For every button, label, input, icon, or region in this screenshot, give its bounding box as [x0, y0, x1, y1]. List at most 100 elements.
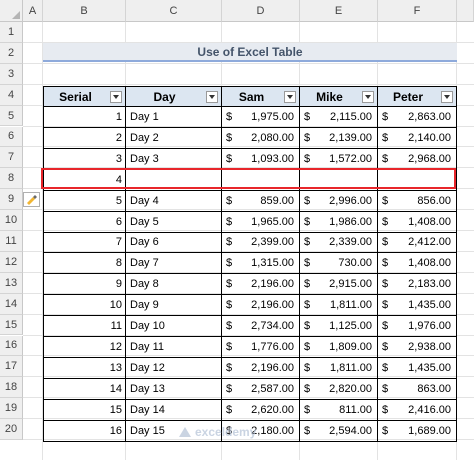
day-cell[interactable]: Day 5 [126, 211, 222, 233]
row-header-1[interactable]: 1 [0, 22, 23, 43]
serial-cell[interactable]: 7 [43, 232, 126, 254]
serial-cell[interactable]: 16 [43, 420, 126, 442]
column-header-e[interactable]: E [300, 0, 378, 22]
sam-cell[interactable]: $1,975.00 [222, 107, 300, 128]
day-cell[interactable]: Day 7 [126, 253, 222, 275]
day-cell[interactable]: Day 12 [126, 357, 222, 379]
sam-cell[interactable]: $1,965.00 [222, 211, 300, 233]
mike-cell[interactable]: $730.00 [300, 253, 378, 275]
row-header-6[interactable]: 6 [0, 126, 23, 148]
column-header-c[interactable]: C [126, 0, 222, 22]
row-header-5[interactable]: 5 [0, 105, 23, 127]
filter-dropdown-button[interactable] [441, 91, 453, 103]
peter-cell[interactable]: $1,408.00 [378, 253, 457, 275]
filter-dropdown-button[interactable] [110, 91, 122, 103]
peter-cell[interactable]: $2,140.00 [378, 127, 457, 149]
mike-cell[interactable]: $1,811.00 [300, 357, 378, 379]
peter-cell[interactable]: $2,938.00 [378, 336, 457, 358]
peter-cell[interactable]: $1,976.00 [378, 316, 457, 337]
serial-cell[interactable]: 2 [43, 127, 126, 149]
row-header-20[interactable]: 20 [0, 419, 23, 440]
mike-cell[interactable]: $2,594.00 [300, 420, 378, 442]
row-header-19[interactable]: 19 [0, 398, 23, 420]
peter-cell[interactable]: $863.00 [378, 378, 457, 400]
peter-cell[interactable]: $856.00 [378, 190, 457, 212]
serial-cell[interactable]: 12 [43, 336, 126, 358]
serial-cell[interactable]: 4 [43, 169, 126, 191]
column-header-a[interactable]: A [23, 0, 43, 22]
row-header-9[interactable]: 9 [0, 189, 23, 211]
mike-cell[interactable]: $1,125.00 [300, 316, 378, 337]
sam-cell[interactable]: $2,734.00 [222, 316, 300, 337]
row-header-3[interactable]: 3 [0, 63, 23, 85]
day-cell[interactable]: Day 8 [126, 274, 222, 296]
row-header-12[interactable]: 12 [0, 251, 23, 273]
peter-cell[interactable] [378, 169, 457, 191]
day-cell[interactable]: Day 4 [126, 190, 222, 212]
row-header-18[interactable]: 18 [0, 377, 23, 399]
day-cell[interactable]: Day 1 [126, 107, 222, 128]
day-cell[interactable] [126, 169, 222, 191]
day-cell[interactable]: Day 10 [126, 316, 222, 337]
column-header-f[interactable]: F [378, 0, 457, 22]
row-header-10[interactable]: 10 [0, 210, 23, 231]
header-cell-day[interactable]: Day [126, 86, 222, 107]
row-header-17[interactable]: 17 [0, 356, 23, 378]
peter-cell[interactable]: $1,435.00 [378, 295, 457, 317]
sam-cell[interactable]: $2,196.00 [222, 295, 300, 317]
row-header-15[interactable]: 15 [0, 314, 23, 336]
serial-cell[interactable]: 1 [43, 107, 126, 128]
row-header-8[interactable]: 8 [0, 168, 23, 190]
day-cell[interactable]: Day 9 [126, 295, 222, 317]
filter-dropdown-button[interactable] [362, 91, 374, 103]
sam-cell[interactable]: $2,399.00 [222, 232, 300, 254]
sam-cell[interactable]: $2,587.00 [222, 378, 300, 400]
serial-cell[interactable]: 11 [43, 316, 126, 337]
day-cell[interactable]: Day 13 [126, 378, 222, 400]
mike-cell[interactable]: $2,139.00 [300, 127, 378, 149]
header-cell-peter[interactable]: Peter [378, 86, 457, 107]
sam-cell[interactable]: $1,315.00 [222, 253, 300, 275]
serial-cell[interactable]: 10 [43, 295, 126, 317]
peter-cell[interactable]: $1,689.00 [378, 420, 457, 442]
row-header-13[interactable]: 13 [0, 272, 23, 294]
insert-options-icon[interactable] [23, 192, 40, 207]
sam-cell[interactable]: $2,080.00 [222, 127, 300, 149]
mike-cell[interactable]: $2,115.00 [300, 107, 378, 128]
peter-cell[interactable]: $1,435.00 [378, 357, 457, 379]
day-cell[interactable]: Day 11 [126, 336, 222, 358]
column-header-d[interactable]: D [222, 0, 300, 22]
mike-cell[interactable]: $2,820.00 [300, 378, 378, 400]
day-cell[interactable]: Day 3 [126, 148, 222, 170]
serial-cell[interactable]: 3 [43, 148, 126, 170]
peter-cell[interactable]: $2,416.00 [378, 399, 457, 421]
peter-cell[interactable]: $2,412.00 [378, 232, 457, 254]
row-header-7[interactable]: 7 [0, 147, 23, 169]
mike-cell[interactable]: $1,809.00 [300, 336, 378, 358]
mike-cell[interactable] [300, 169, 378, 191]
row-header-11[interactable]: 11 [0, 231, 23, 252]
serial-cell[interactable]: 15 [43, 399, 126, 421]
serial-cell[interactable]: 14 [43, 378, 126, 400]
serial-cell[interactable]: 5 [43, 190, 126, 212]
day-cell[interactable]: Day 14 [126, 399, 222, 421]
sam-cell[interactable]: $859.00 [222, 190, 300, 212]
sam-cell[interactable]: $1,093.00 [222, 148, 300, 170]
mike-cell[interactable]: $2,339.00 [300, 232, 378, 254]
sam-cell[interactable] [222, 169, 300, 191]
header-cell-serial[interactable]: Serial [43, 86, 126, 107]
day-cell[interactable]: Day 6 [126, 232, 222, 254]
peter-cell[interactable]: $2,968.00 [378, 148, 457, 170]
peter-cell[interactable]: $1,408.00 [378, 211, 457, 233]
peter-cell[interactable]: $2,183.00 [378, 274, 457, 296]
mike-cell[interactable]: $2,996.00 [300, 190, 378, 212]
header-cell-sam[interactable]: Sam [222, 86, 300, 107]
column-header-b[interactable]: B [43, 0, 126, 22]
peter-cell[interactable]: $2,863.00 [378, 107, 457, 128]
sam-cell[interactable]: $2,196.00 [222, 357, 300, 379]
select-all-corner[interactable] [0, 0, 23, 22]
mike-cell[interactable]: $1,572.00 [300, 148, 378, 170]
mike-cell[interactable]: $2,915.00 [300, 274, 378, 296]
serial-cell[interactable]: 13 [43, 357, 126, 379]
filter-dropdown-button[interactable] [284, 91, 296, 103]
